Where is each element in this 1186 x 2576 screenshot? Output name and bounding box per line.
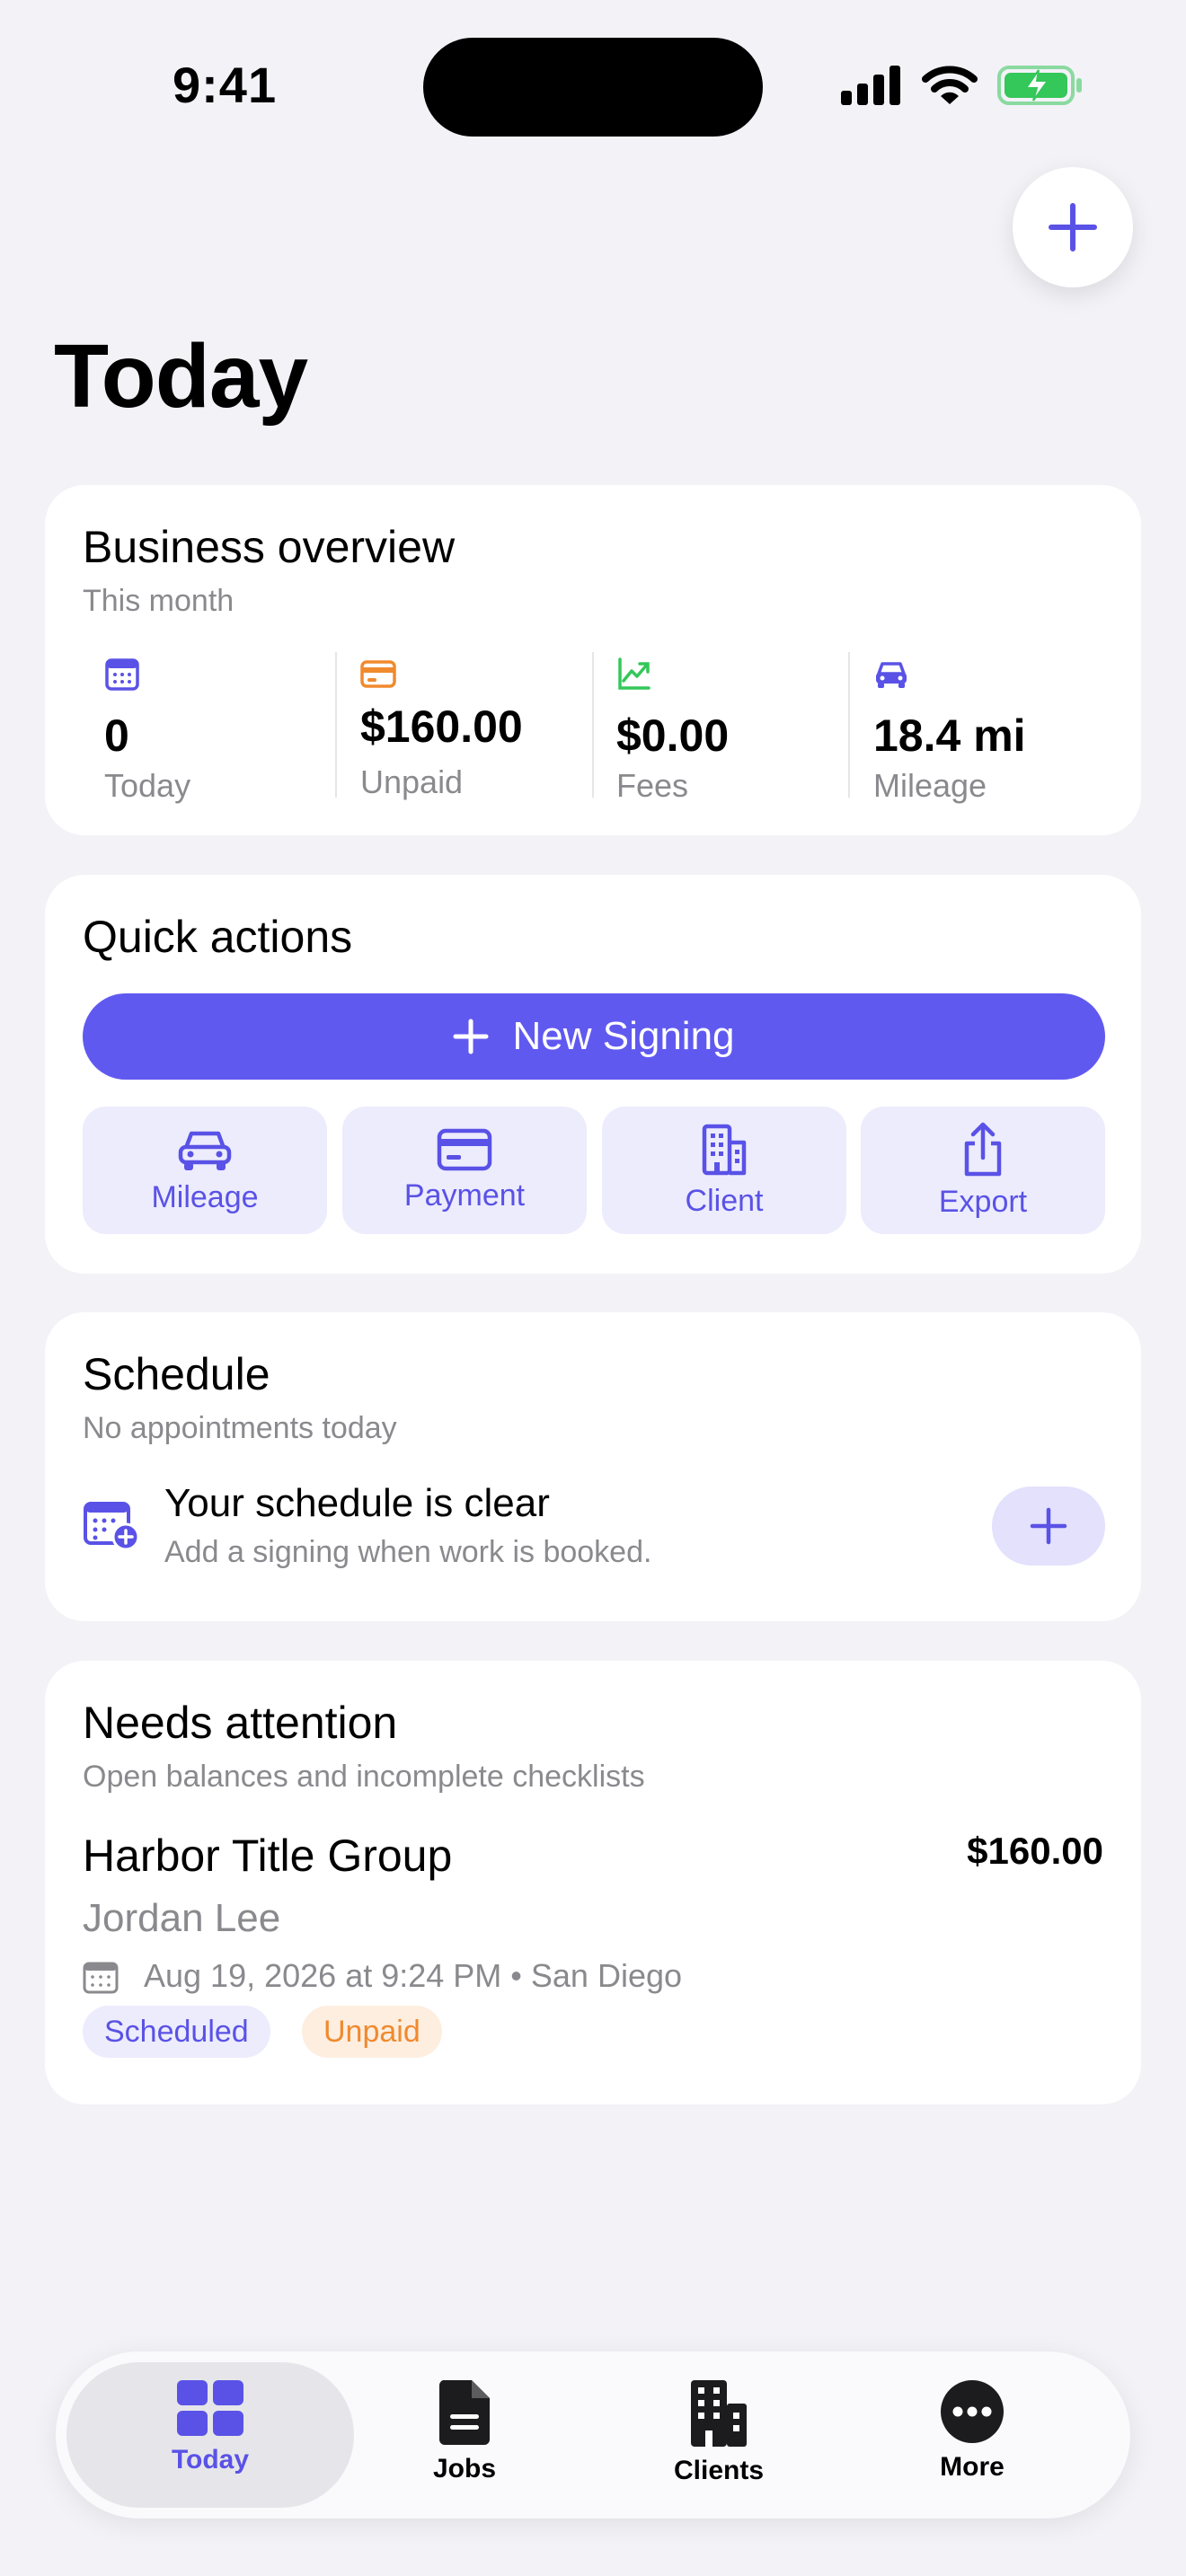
tab-label: Clients: [673, 2456, 765, 2485]
mileage-button[interactable]: Mileage: [83, 1107, 327, 1234]
attention-datetime-location: Aug 19, 2026 at 9:24 PM • San Diego: [144, 1957, 683, 1994]
status-time: 9:41: [173, 57, 278, 113]
document-icon: [438, 2380, 490, 2445]
tab-label: More: [940, 2452, 1005, 2482]
tab-today[interactable]: Today: [111, 2378, 309, 2495]
payment-button[interactable]: Payment: [342, 1107, 587, 1234]
car-icon: [178, 1131, 232, 1170]
calendar-add-icon: [84, 1502, 140, 1551]
quick-actions-title: Quick actions: [83, 912, 353, 962]
divider: [592, 652, 594, 798]
overview-title: Business overview: [83, 522, 456, 572]
page-title: Today: [54, 326, 308, 427]
status-icons: [841, 65, 1084, 106]
credit-card-icon: [437, 1128, 492, 1170]
plus-icon: [1049, 203, 1097, 251]
trend-up-icon: [618, 657, 651, 690]
attention-amount: $160.00: [967, 1830, 1103, 1872]
building-icon: [702, 1124, 747, 1175]
metric-label: Today: [104, 767, 191, 804]
metric-label: Mileage: [873, 767, 987, 804]
mileage-label: Mileage: [151, 1179, 259, 1214]
dynamic-island: [423, 38, 763, 137]
calendar-icon: [83, 1962, 119, 1994]
divider: [848, 652, 850, 798]
schedule-subtitle: No appointments today: [83, 1411, 397, 1445]
empty-schedule-title: Your schedule is clear: [164, 1481, 550, 1525]
add-signing-button[interactable]: [992, 1486, 1105, 1566]
new-signing-label: New Signing: [512, 1014, 735, 1058]
plus-icon: [1030, 1507, 1067, 1545]
needs-attention-card: Needs attention Open balances and incomp…: [45, 1661, 1141, 2104]
business-overview-card: Business overview This month 0 Today $16…: [45, 485, 1141, 835]
schedule-card: Schedule No appointments today Your sche…: [45, 1312, 1141, 1621]
metric-value: $160.00: [360, 701, 523, 752]
share-icon: [964, 1122, 1002, 1176]
cellular-signal-icon: [841, 66, 900, 105]
attention-client: Harbor Title Group: [83, 1831, 453, 1881]
payment-label: Payment: [403, 1178, 526, 1213]
empty-schedule-subtitle: Add a signing when work is booked.: [164, 1535, 652, 1569]
grid-icon: [177, 2380, 243, 2436]
metric-label: Unpaid: [360, 763, 464, 800]
building-icon: [691, 2380, 747, 2447]
wifi-icon: [922, 66, 978, 104]
metric-value: $0.00: [616, 710, 730, 761]
car-icon: [876, 662, 907, 688]
new-signing-button[interactable]: New Signing: [83, 993, 1105, 1080]
client-label: Client: [685, 1183, 764, 1218]
more-icon: [941, 2380, 1004, 2443]
schedule-title: Schedule: [83, 1349, 270, 1399]
quick-actions-card: Quick actions New Signing Mileage Paymen…: [45, 875, 1141, 1274]
export-button[interactable]: Export: [861, 1107, 1105, 1234]
tab-label: Jobs: [432, 2454, 497, 2483]
client-button[interactable]: Client: [602, 1107, 846, 1234]
tab-bar: Today Jobs Clients More: [56, 2351, 1130, 2519]
attention-subtitle: Open balances and incomplete checklists: [83, 1760, 645, 1794]
overview-subtitle: This month: [83, 584, 235, 618]
export-label: Export: [938, 1184, 1028, 1219]
add-button[interactable]: [1013, 167, 1133, 287]
tab-clients[interactable]: Clients: [620, 2378, 818, 2495]
divider: [335, 652, 337, 798]
tab-more[interactable]: More: [873, 2378, 1071, 2495]
calendar-icon: [105, 658, 139, 691]
tab-jobs[interactable]: Jobs: [366, 2378, 563, 2495]
battery-charging-icon: [997, 66, 1082, 105]
metric-value: 0: [104, 710, 129, 761]
credit-card-icon: [360, 660, 396, 688]
status-badge-scheduled: Scheduled: [83, 2006, 270, 2058]
metric-label: Fees: [616, 767, 689, 804]
attention-title: Needs attention: [83, 1698, 398, 1748]
metric-value: 18.4 mi: [873, 710, 1026, 761]
plus-icon: [453, 1019, 489, 1054]
tab-label: Today: [171, 2445, 250, 2475]
attention-contact: Jordan Lee: [83, 1896, 281, 1940]
status-badge-unpaid: Unpaid: [302, 2006, 442, 2058]
